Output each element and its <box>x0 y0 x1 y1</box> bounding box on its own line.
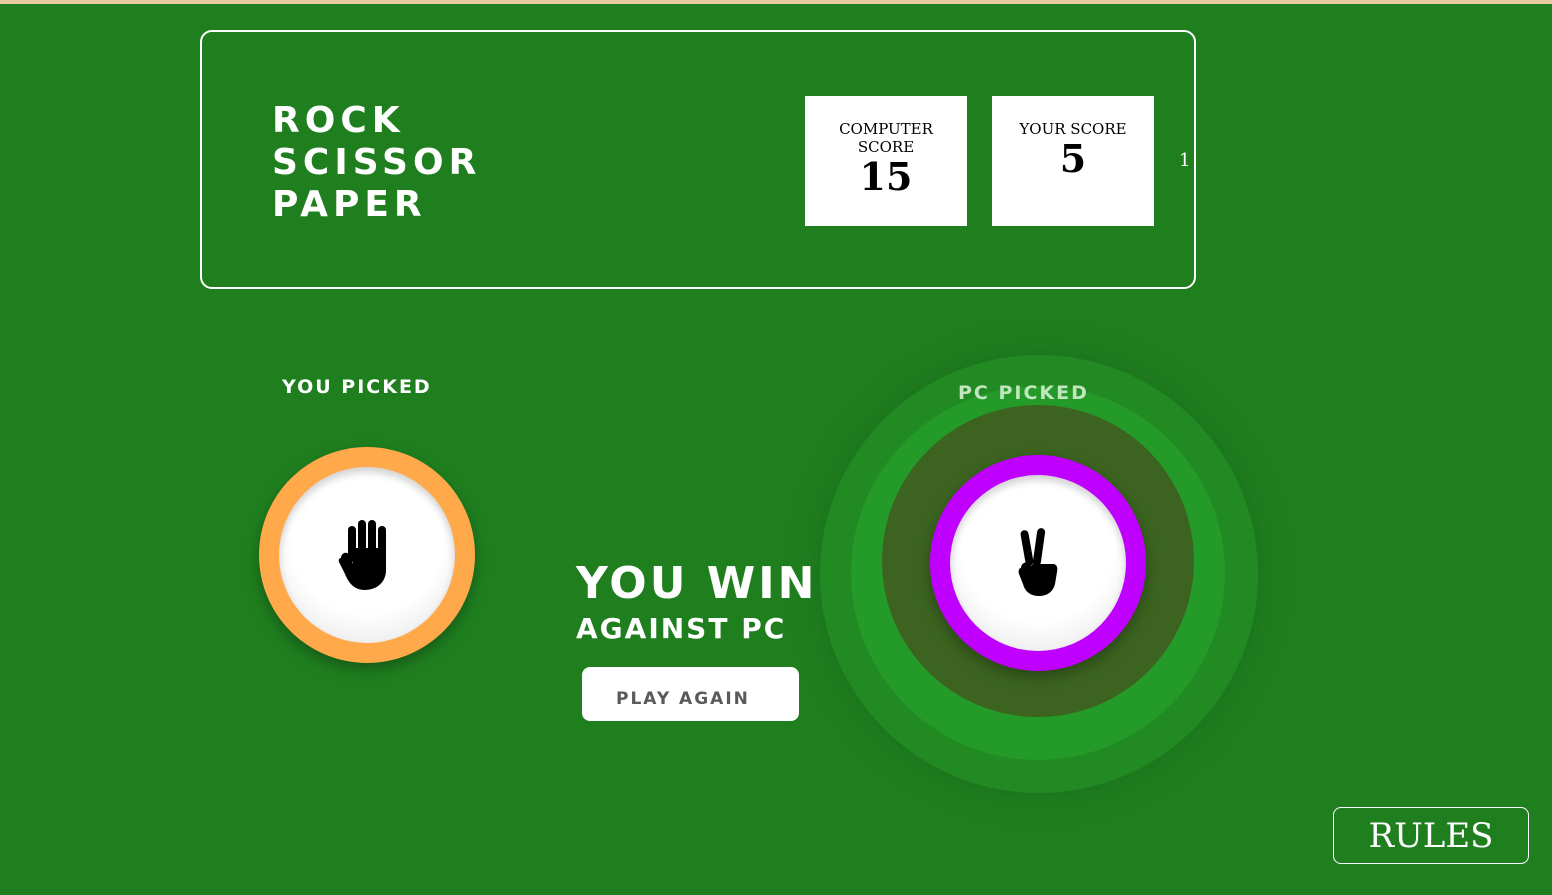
top-strip <box>0 0 1552 4</box>
you-picked-label: YOU PICKED <box>282 376 432 398</box>
side-counter: 1 <box>1179 150 1191 171</box>
title-line-scissor: SCISSOR <box>272 142 482 183</box>
header-scoreboard: ROCK SCISSOR PAPER COMPUTER SCORE 15 YOU… <box>200 30 1196 289</box>
player-pick-chip-face <box>279 467 455 643</box>
result-main-text: YOU WIN <box>576 558 818 609</box>
player-score-value: 5 <box>1059 136 1087 181</box>
result-message: YOU WIN AGAINST PC <box>576 556 817 646</box>
title-line-rock: ROCK <box>272 100 405 141</box>
computer-score-label: COMPUTER SCORE <box>839 120 933 156</box>
pc-pick-chip-face <box>950 475 1126 651</box>
computer-score-box: COMPUTER SCORE 15 <box>805 96 967 226</box>
result-sub-text: AGAINST PC <box>576 612 787 645</box>
game-title: ROCK SCISSOR PAPER <box>272 100 481 226</box>
player-score-box: YOUR SCORE 5 <box>992 96 1154 226</box>
pc-pick-chip <box>930 455 1146 671</box>
title-line-paper: PAPER <box>272 184 427 225</box>
computer-score-value: 15 <box>859 154 913 199</box>
player-pick-chip <box>259 447 475 663</box>
rules-button[interactable]: RULES <box>1333 807 1529 864</box>
play-again-button[interactable]: PLAY AGAIN <box>582 667 799 721</box>
scissors-icon <box>1015 528 1061 598</box>
hand-paper-icon <box>337 518 397 592</box>
pc-picked-label: PC PICKED <box>958 382 1089 404</box>
